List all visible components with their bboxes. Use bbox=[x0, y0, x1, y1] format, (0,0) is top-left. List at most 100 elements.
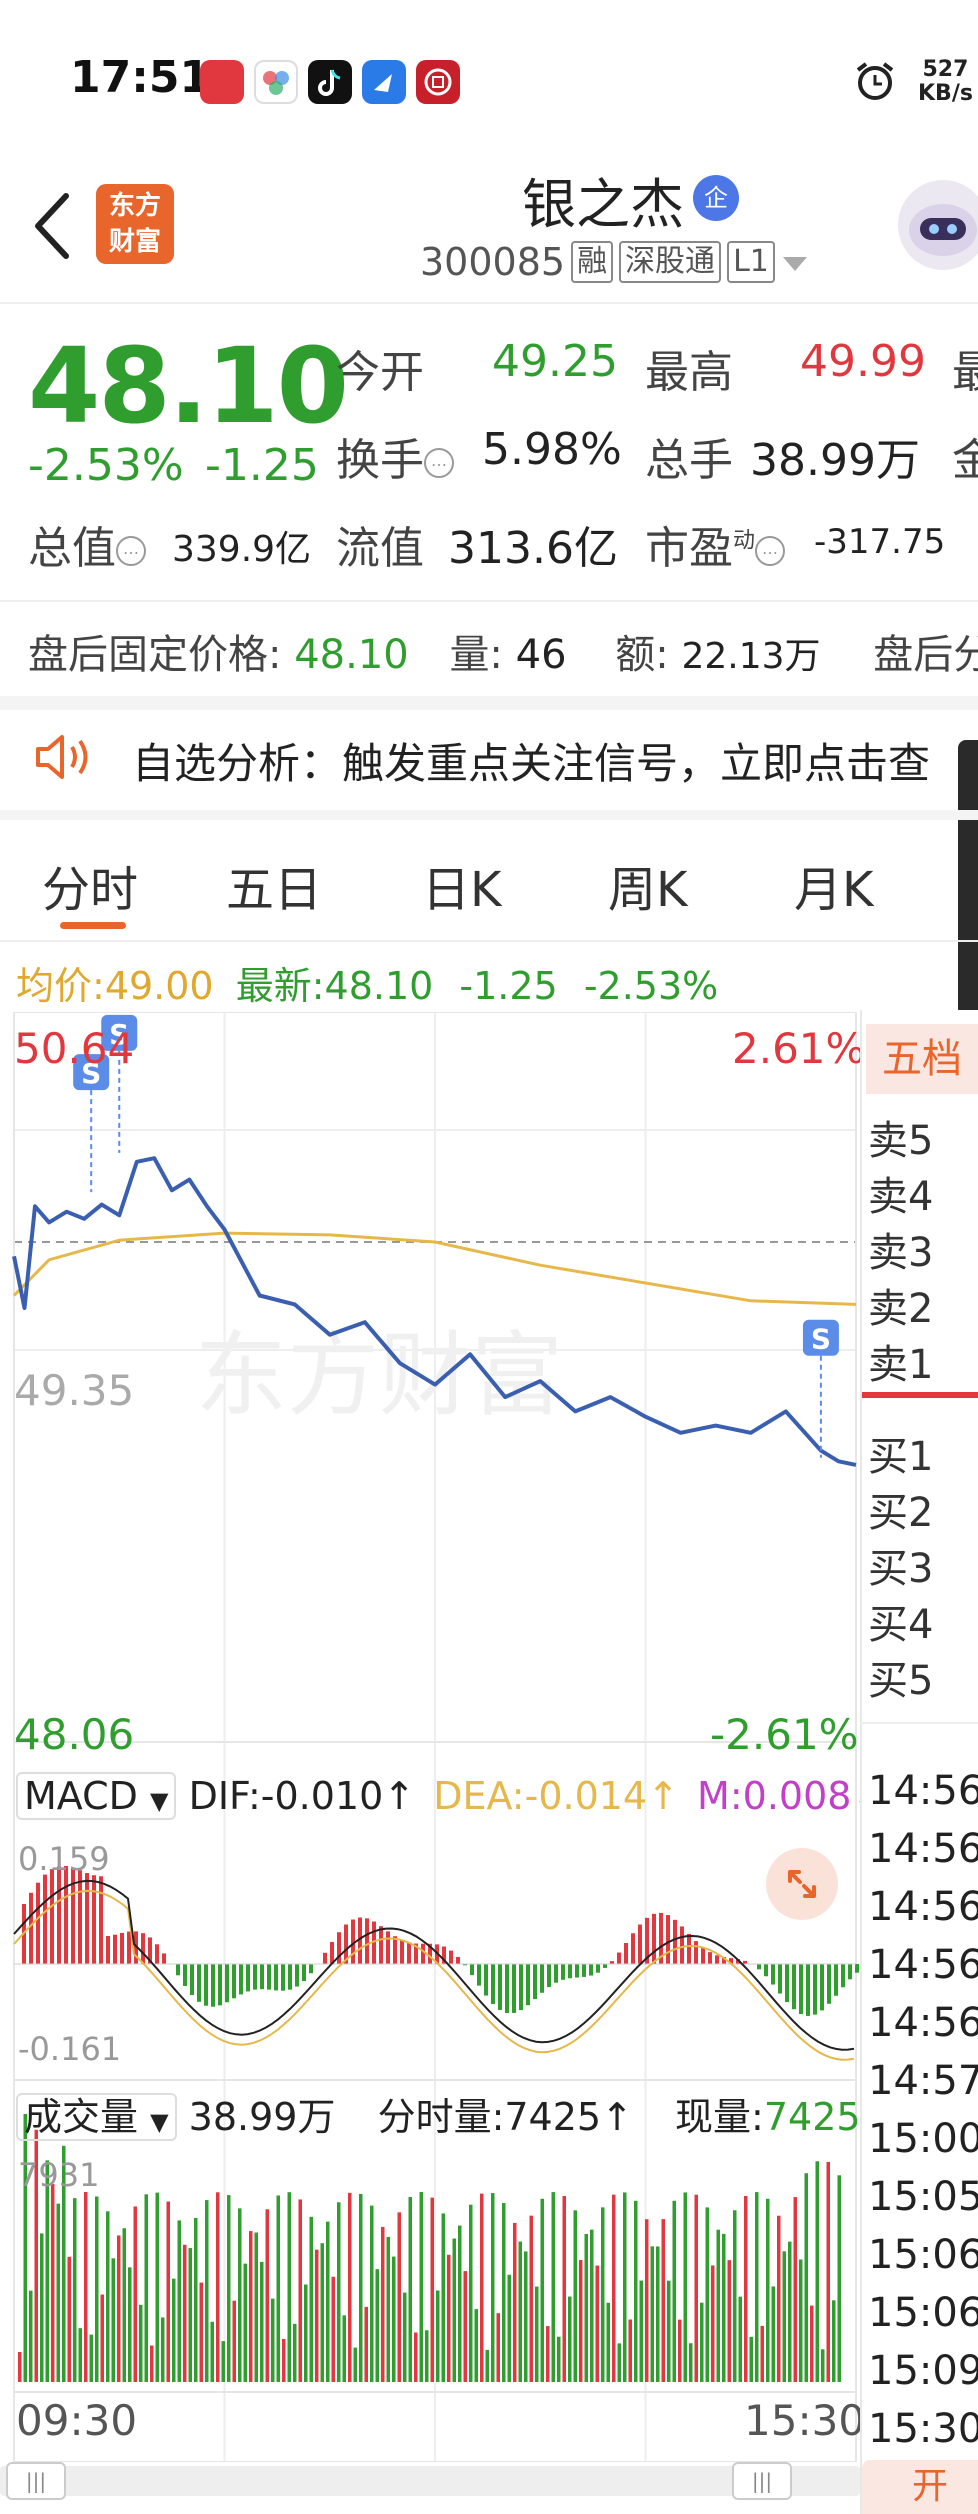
volume-bar bbox=[590, 2229, 594, 2382]
volume-bar bbox=[414, 2332, 418, 2382]
tab-weekly-k[interactable]: 周K bbox=[608, 850, 687, 920]
stock-code-row[interactable]: 300085 融 深股通 L1 bbox=[420, 240, 809, 284]
volume-bar bbox=[166, 2201, 170, 2382]
macd-bar bbox=[239, 1964, 243, 1995]
chevron-down-icon[interactable] bbox=[781, 240, 809, 284]
ask-5: 卖5 bbox=[868, 1118, 934, 1164]
bid-1: 买1 bbox=[868, 1434, 934, 1480]
volume-bar bbox=[425, 2330, 429, 2382]
macd-bar bbox=[281, 1964, 285, 1991]
macd-selector[interactable]: MACD ▼ bbox=[16, 1772, 177, 1820]
volume-selector[interactable]: 成交量 ▼ bbox=[16, 2093, 177, 2141]
macd-bar bbox=[757, 1964, 761, 1970]
volume-bar bbox=[667, 2280, 671, 2382]
m-label: M: bbox=[697, 1774, 743, 1818]
bid-5: 买5 bbox=[868, 1658, 934, 1704]
volume-bar bbox=[755, 2192, 759, 2382]
volume-bar bbox=[293, 2323, 297, 2382]
volume-bar bbox=[480, 2193, 484, 2382]
macd-bar bbox=[519, 1964, 523, 2011]
high-label: 最高 bbox=[645, 347, 733, 398]
tab-intraday[interactable]: 分时 bbox=[42, 850, 138, 920]
volume-bar bbox=[458, 2225, 462, 2382]
net-speed: 527 KB/s bbox=[918, 58, 973, 106]
volume-bar bbox=[678, 2319, 682, 2382]
volume-bar bbox=[18, 2352, 22, 2382]
volume-bar bbox=[496, 2313, 500, 2382]
volume-bar bbox=[40, 2233, 44, 2382]
stock-code: 300085 bbox=[420, 240, 566, 284]
info-icon[interactable]: … bbox=[116, 536, 146, 566]
volume-bar bbox=[771, 2286, 775, 2382]
volume-bar bbox=[722, 2233, 726, 2382]
weibo-icon bbox=[200, 60, 244, 104]
now-vol-label: 现量: bbox=[675, 2095, 764, 2139]
volume-bar bbox=[315, 2249, 319, 2382]
open-account-button[interactable]: 开通 bbox=[862, 2460, 978, 2514]
bid-3: 买3 bbox=[868, 1546, 934, 1592]
order-book-header[interactable]: 五档 bbox=[866, 1024, 978, 1094]
macd-bar bbox=[400, 1940, 404, 1964]
volume-bar bbox=[788, 2241, 792, 2382]
volume-bar bbox=[139, 2304, 143, 2382]
macd-bar bbox=[99, 1876, 103, 1964]
tab-five-day[interactable]: 五日 bbox=[226, 850, 322, 920]
y-mid-label: 49.35 bbox=[14, 1366, 135, 1415]
macd-bar bbox=[393, 1936, 397, 1964]
volume-bar bbox=[221, 2341, 225, 2382]
macd-bar bbox=[407, 1942, 411, 1964]
macd-bar bbox=[561, 1964, 565, 1980]
volume-bar bbox=[595, 2265, 599, 2382]
macd-bar bbox=[470, 1964, 474, 1976]
avg-label: 均价: bbox=[16, 964, 105, 1008]
scroll-handle-left[interactable]: ||| bbox=[6, 2462, 66, 2500]
macd-bar bbox=[638, 1924, 642, 1964]
tick-time: 14:56 bbox=[868, 2000, 978, 2046]
turnover-label: 换手… bbox=[336, 424, 454, 488]
volume-bar bbox=[353, 2347, 357, 2382]
eastmoney-logo[interactable]: 东方 财富 bbox=[96, 184, 174, 264]
macd-bar bbox=[85, 1873, 89, 1964]
pe-value: -317.75 bbox=[814, 522, 946, 562]
volume-bar bbox=[441, 2213, 445, 2382]
info-icon[interactable]: … bbox=[755, 536, 786, 566]
volume-bar bbox=[287, 2192, 291, 2382]
assistant-avatar[interactable] bbox=[898, 180, 978, 270]
volume-bar bbox=[606, 2302, 610, 2382]
chart-scrollbar[interactable] bbox=[0, 2466, 860, 2496]
volume-bar bbox=[84, 2192, 88, 2382]
pe-label: 市盈动… bbox=[645, 512, 786, 576]
macd-bar bbox=[792, 1964, 796, 2010]
current-price: 48.10 bbox=[28, 325, 349, 447]
tab-monthly-k[interactable]: 月K bbox=[794, 850, 873, 920]
net-speed-value: 527 bbox=[922, 57, 969, 82]
volume-bar bbox=[469, 2204, 473, 2382]
open-value: 49.25 bbox=[492, 336, 618, 387]
volume-bar bbox=[430, 2197, 434, 2382]
volume-bar bbox=[282, 2338, 286, 2382]
macd-bar bbox=[568, 1964, 572, 1979]
expand-icon[interactable] bbox=[766, 1848, 838, 1920]
volume-bar bbox=[227, 2195, 231, 2382]
macd-bar bbox=[183, 1964, 187, 1986]
ticker-text[interactable]: 自选分析：触发重点关注信号，立即点击查 bbox=[132, 730, 930, 791]
volume-bar bbox=[832, 2300, 836, 2382]
volume-bar bbox=[298, 2199, 302, 2382]
scroll-handle-right[interactable]: ||| bbox=[732, 2462, 792, 2500]
macd-bar bbox=[267, 1964, 271, 1990]
volume-bar bbox=[661, 2219, 665, 2382]
info-icon[interactable]: … bbox=[424, 448, 454, 478]
tick-vol-value: 7425 bbox=[504, 2095, 602, 2139]
tab-daily-k[interactable]: 日K bbox=[422, 850, 501, 920]
back-button[interactable] bbox=[28, 186, 78, 266]
volume-bar bbox=[634, 2200, 638, 2382]
volume-bar bbox=[161, 2317, 165, 2382]
volume-bar bbox=[238, 2208, 242, 2382]
macd-bar bbox=[120, 1932, 124, 1964]
macd-bar bbox=[190, 1964, 194, 1996]
tick-time: 15:30 bbox=[868, 2406, 978, 2452]
y-low-label: 48.06 bbox=[14, 1710, 135, 1759]
arrow-up-icon: ↑ bbox=[601, 2095, 633, 2139]
volume-bar bbox=[89, 2334, 93, 2382]
time-axis-start: 09:30 bbox=[16, 2396, 138, 2445]
